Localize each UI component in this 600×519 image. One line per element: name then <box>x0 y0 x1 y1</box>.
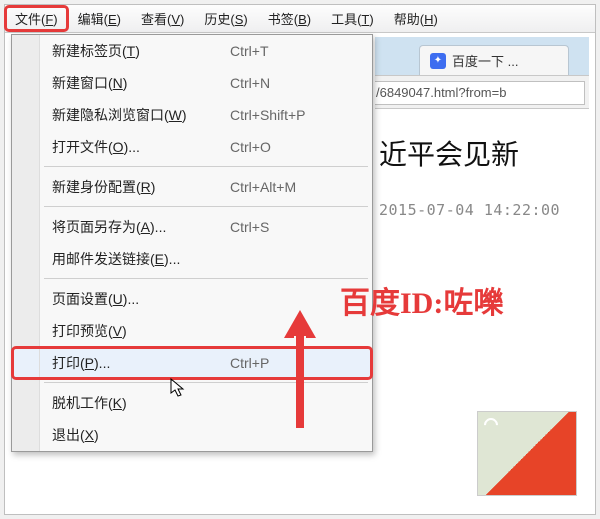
menu-f[interactable]: 文件(F) <box>5 6 68 31</box>
menu-item-shortcut: Ctrl+T <box>230 43 372 59</box>
menu-h[interactable]: 帮助(H) <box>384 6 448 31</box>
menu-item-shortcut: Ctrl+S <box>230 219 372 235</box>
menu-item-label: 打印(P)... <box>40 353 230 373</box>
menu-item-label: 打开文件(O)... <box>40 137 230 157</box>
menu-item-label: 页面设置(U)... <box>40 289 230 309</box>
menu-e[interactable]: 编辑(E) <box>68 6 131 31</box>
menu-item-t[interactable]: 新建标签页(T)Ctrl+T <box>12 35 372 67</box>
browser-tab[interactable]: ✦ 百度一下 ... <box>419 45 569 75</box>
article-image <box>477 411 577 496</box>
menu-item-label: 脱机工作(K) <box>40 393 230 413</box>
menu-item-shortcut: Ctrl+Alt+M <box>230 179 372 195</box>
menu-item-w[interactable]: 新建隐私浏览窗口(W)Ctrl+Shift+P <box>12 99 372 131</box>
annotation-arrow-icon <box>280 310 320 440</box>
menu-item-label: 将页面另存为(A)... <box>40 217 230 237</box>
tab-strip: ✦ 百度一下 ... <box>375 37 589 75</box>
menu-s[interactable]: 历史(S) <box>194 6 257 31</box>
menu-item-label: 退出(X) <box>40 425 230 445</box>
menu-b[interactable]: 书签(B) <box>258 6 321 31</box>
menu-item-label: 新建隐私浏览窗口(W) <box>40 105 230 125</box>
menu-separator <box>12 275 372 283</box>
menu-item-a[interactable]: 将页面另存为(A)...Ctrl+S <box>12 211 372 243</box>
menu-item-label: 打印预览(V) <box>40 321 230 341</box>
menubar: 文件(F)编辑(E)查看(V)历史(S)书签(B)工具(T)帮助(H) <box>5 5 595 33</box>
mouse-cursor-icon <box>170 378 186 398</box>
url-field[interactable]: /6849047.html?from=b <box>375 81 585 105</box>
menu-item-label: 新建窗口(N) <box>40 73 230 93</box>
menu-item-shortcut: Ctrl+Shift+P <box>230 107 372 123</box>
baidu-paw-icon: ✦ <box>430 53 446 69</box>
menu-separator <box>12 163 372 171</box>
menu-item-n[interactable]: 新建窗口(N)Ctrl+N <box>12 67 372 99</box>
menu-item-e[interactable]: 用邮件发送链接(E)... <box>12 243 372 275</box>
menu-item-shortcut: Ctrl+N <box>230 75 372 91</box>
menu-t[interactable]: 工具(T) <box>321 6 384 31</box>
page-headline: 近平会见新 <box>375 109 589 173</box>
menu-item-label: 用邮件发送链接(E)... <box>40 249 230 269</box>
menu-item-label: 新建标签页(T) <box>40 41 230 61</box>
annotation-text: 百度ID:咗嚛 <box>340 278 503 322</box>
menu-v[interactable]: 查看(V) <box>131 6 194 31</box>
menu-item-o[interactable]: 打开文件(O)...Ctrl+O <box>12 131 372 163</box>
tab-title: 百度一下 ... <box>452 51 518 70</box>
address-bar: /6849047.html?from=b <box>375 75 589 109</box>
menu-separator <box>12 203 372 211</box>
menu-item-shortcut: Ctrl+O <box>230 139 372 155</box>
page-dateline: 2015-07-04 14:22:00 <box>375 173 589 219</box>
menu-item-label: 新建身份配置(R) <box>40 177 230 197</box>
menu-item-r[interactable]: 新建身份配置(R)Ctrl+Alt+M <box>12 171 372 203</box>
